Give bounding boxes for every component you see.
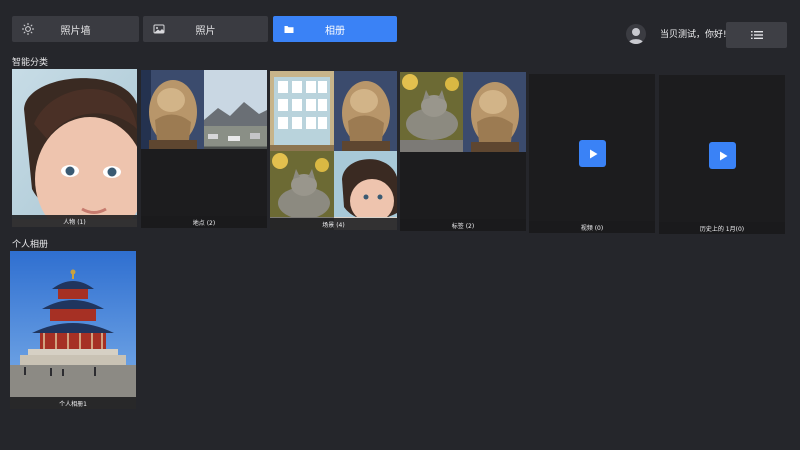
section-title-smart: 智能分类 [12, 58, 49, 68]
album-card-videos[interactable]: 视频 (0) [529, 74, 655, 233]
album-card-personal-1[interactable]: 个人相册1 [10, 251, 136, 409]
album-caption: 场景 (4) [270, 218, 397, 230]
thumb-stone-carving [141, 70, 204, 149]
tab-label: 照片 [195, 25, 216, 37]
album-card-on-this-day[interactable]: 历史上的 1月(0) [659, 75, 785, 234]
play-icon [579, 140, 606, 167]
temple-of-heaven-thumbnail [10, 251, 136, 409]
thumb-stone-carving-2 [334, 71, 397, 151]
album-card-people[interactable]: 人物 (1) [12, 69, 137, 227]
user-greeting: 当贝测试，你好! [660, 30, 727, 40]
child-portrait-thumbnail [12, 69, 137, 227]
tab-label: 照片墙 [60, 25, 91, 37]
tab-photo-wall[interactable]: 照片墙 [12, 16, 139, 42]
album-caption: 人物 (1) [12, 215, 137, 227]
user-avatar-icon [626, 24, 646, 44]
album-card-scenes[interactable]: 场景 (4) [270, 71, 397, 230]
album-caption: 个人相册1 [10, 397, 136, 409]
user-area[interactable] [626, 24, 646, 44]
play-icon [709, 142, 736, 169]
tab-photos[interactable]: 照片 [143, 16, 268, 42]
top-bar: 照片墙 照片 相册 当贝测试，你好! [0, 0, 800, 52]
folder-icon [284, 26, 294, 33]
menu-button[interactable] [726, 22, 787, 48]
section-title-personal: 个人相册 [12, 240, 49, 250]
album-caption: 地点 (2) [141, 216, 267, 228]
album-caption: 标签 (2) [400, 219, 526, 231]
album-caption: 历史上的 1月(0) [659, 222, 785, 234]
album-caption: 视频 (0) [529, 221, 655, 233]
sun-icon [22, 23, 34, 35]
thumb-mountain-landscape [204, 70, 267, 149]
thumb-cat-2 [400, 72, 463, 152]
thumb-stone-carving-3 [463, 72, 526, 152]
tab-label: 相册 [325, 25, 345, 37]
album-card-places[interactable]: 地点 (2) [141, 70, 267, 228]
tab-albums[interactable]: 相册 [273, 16, 397, 42]
list-menu-icon [750, 31, 763, 39]
album-card-tags[interactable]: 标签 (2) [400, 72, 526, 231]
image-icon [153, 24, 165, 34]
thumb-bulletin-board [270, 71, 334, 151]
